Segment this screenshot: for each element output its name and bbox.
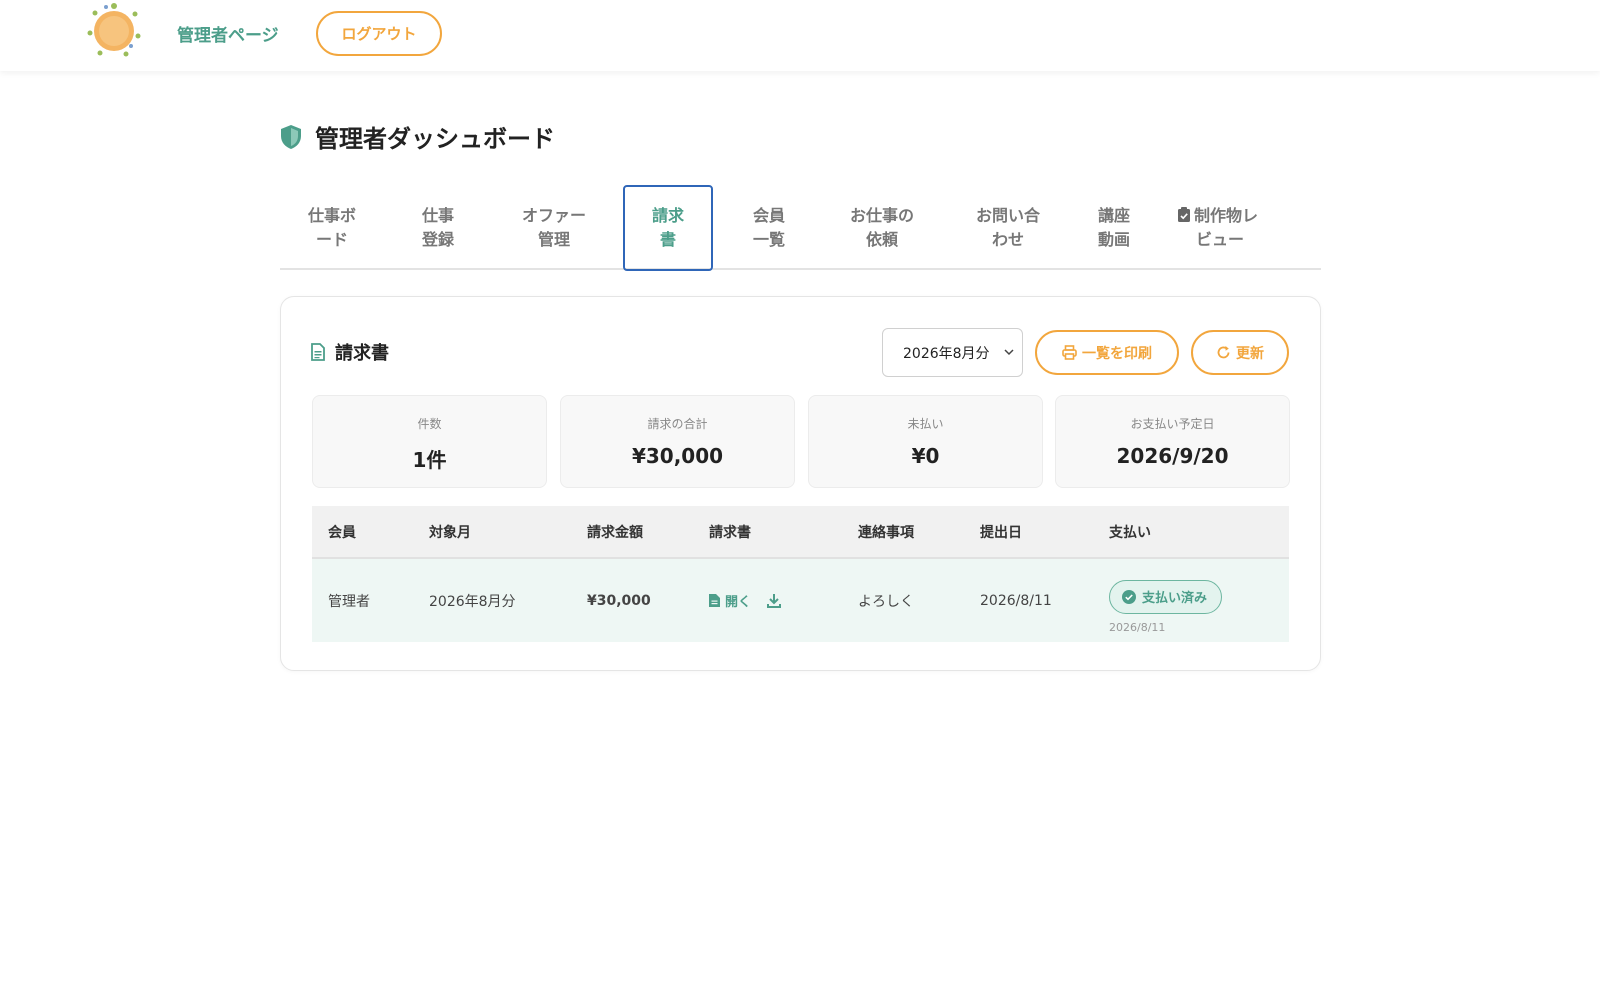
stat-label: 未払い (907, 417, 944, 431)
column-header-month: 対象月 (413, 506, 571, 559)
column-header-note: 連絡事項 (842, 506, 964, 559)
chevron-down-icon (1004, 349, 1014, 356)
tab-label: 書 (659, 230, 676, 249)
invoice-table: 会員 対象月 請求金額 請求書 連絡事項 提出日 支払い 管理者 2026年8月… (312, 506, 1289, 642)
column-header-submitted: 提出日 (964, 506, 1093, 559)
check-circle-icon (1122, 589, 1136, 604)
month-select[interactable]: 2026年8月分 (882, 328, 1023, 377)
stat-value: ¥0 (911, 444, 940, 468)
column-header-payment: 支払い (1093, 506, 1289, 559)
stat-value: 1件 (412, 448, 447, 472)
shield-icon (281, 124, 301, 149)
stat-label: お支払い予定日 (1130, 417, 1215, 431)
stat-card-unpaid: 未払い ¥0 (808, 395, 1043, 488)
open-invoice-link[interactable]: 開く (709, 591, 751, 610)
tab-label: 登録 (421, 230, 454, 249)
refresh-button[interactable]: 更新 (1191, 330, 1289, 375)
stat-value: ¥30,000 (631, 444, 724, 468)
panel-header: 請求書 (311, 339, 389, 365)
tab-member-list[interactable]: 会員 一覧 (736, 185, 802, 271)
cell-payment: 支払い済み 2026/8/11 (1093, 558, 1289, 642)
tab-job-requests[interactable]: お仕事の 依頼 (834, 185, 930, 271)
invoice-panel: 請求書 2026年8月分 一覧を印刷 更新 件数 1件 請求の合計 ¥30,00… (280, 296, 1321, 671)
tab-label: オファー (521, 206, 586, 225)
tab-label: お問い合 (975, 206, 1040, 225)
refresh-label: 更新 (1236, 345, 1264, 362)
tab-course-videos[interactable]: 講座 動画 (1084, 185, 1144, 271)
tab-label: 依頼 (865, 230, 898, 249)
top-navbar: 管理者ページ ログアウト (0, 0, 1600, 71)
column-header-invoice: 請求書 (693, 506, 842, 559)
tab-label: 一覧 (752, 230, 785, 249)
page-title-row: 管理者ダッシュボード (279, 119, 555, 154)
stat-card-count: 件数 1件 (312, 395, 547, 488)
cell-note: よろしく (842, 558, 964, 642)
tab-label: わせ (991, 230, 1024, 249)
tab-job-board[interactable]: 仕事ボ ード (296, 185, 368, 271)
refresh-icon (1217, 346, 1230, 359)
paid-status-badge: 支払い済み (1109, 579, 1223, 614)
paid-date: 2026/8/11 (1109, 620, 1166, 634)
panel-title: 請求書 (335, 343, 389, 364)
stat-label: 請求の合計 (647, 417, 708, 431)
tab-offer-management[interactable]: オファー 管理 (506, 185, 602, 271)
tab-label: ード (315, 230, 348, 249)
tab-label: 請求 (651, 206, 684, 225)
tab-inquiries[interactable]: お問い合 わせ (960, 185, 1056, 271)
tab-label: 仕事 (421, 206, 454, 225)
month-select-value: 2026年8月分 (903, 345, 990, 362)
paid-status-label: 支払い済み (1142, 591, 1208, 606)
cell-amount: ¥30,000 (571, 558, 693, 642)
cell-invoice-actions: 開く (693, 558, 842, 642)
open-label: 開く (725, 595, 752, 610)
tab-label: 管理 (537, 230, 570, 249)
stat-card-total: 請求の合計 ¥30,000 (560, 395, 795, 488)
stat-card-payment-date: お支払い予定日 2026/9/20 (1055, 395, 1290, 488)
logo[interactable] (86, 2, 142, 58)
page-title: 管理者ダッシュボード (315, 125, 555, 153)
dashboard-tabs: 仕事ボード 仕事登録 オファー管理 請求書 会員一覧 お仕事の依頼 お問い合わせ… (280, 185, 1321, 271)
tab-work-review[interactable]: 制作物レ ビュー (1178, 185, 1298, 271)
tab-label: 仕事ボ (307, 206, 356, 225)
clipboard-check-icon (1178, 207, 1190, 222)
file-icon (709, 594, 720, 607)
cell-month: 2026年8月分 (413, 558, 571, 642)
tab-invoices[interactable]: 請求書 (623, 185, 713, 271)
stat-label: 件数 (417, 417, 442, 431)
column-header-amount: 請求金額 (571, 506, 693, 559)
tab-label: 会員 (752, 206, 785, 225)
table-row: 管理者 2026年8月分 ¥30,000 開く よろしく 2026/8/11 支… (312, 558, 1289, 642)
tab-label: 動画 (1097, 230, 1130, 249)
printer-icon (1062, 345, 1077, 360)
table-header-row: 会員 対象月 請求金額 請求書 連絡事項 提出日 支払い (312, 506, 1289, 559)
cell-member: 管理者 (312, 558, 413, 642)
logout-button[interactable]: ログアウト (316, 11, 442, 56)
document-icon (311, 343, 325, 361)
print-label: 一覧を印刷 (1082, 345, 1152, 362)
print-list-button[interactable]: 一覧を印刷 (1035, 330, 1179, 375)
tab-label: ビュー (1196, 230, 1245, 249)
tab-label: 制作物レ (1194, 206, 1259, 225)
tab-label: 講座 (1097, 206, 1130, 225)
download-icon[interactable] (767, 593, 782, 608)
column-header-member: 会員 (312, 506, 413, 559)
cell-submitted: 2026/8/11 (964, 558, 1093, 642)
admin-page-link[interactable]: 管理者ページ (177, 21, 279, 46)
tab-job-registration[interactable]: 仕事 登録 (408, 185, 468, 271)
tab-label: お仕事の (849, 206, 914, 225)
stat-value: 2026/9/20 (1116, 444, 1229, 468)
